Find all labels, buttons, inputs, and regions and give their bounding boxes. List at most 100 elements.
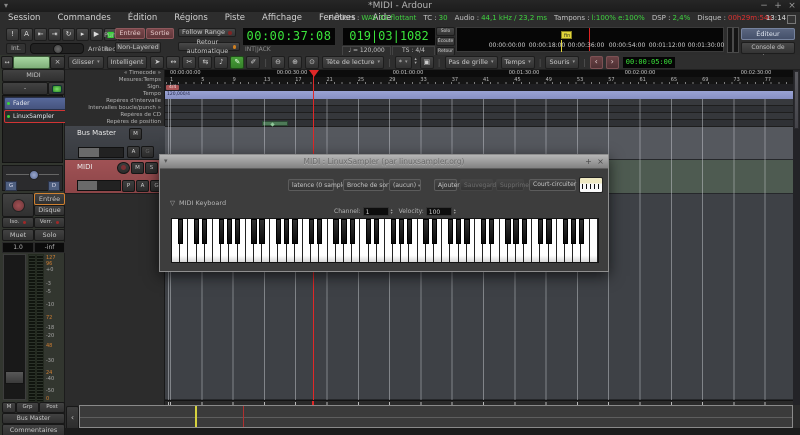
black-key[interactable] bbox=[391, 219, 396, 244]
fader-thumb[interactable] bbox=[5, 371, 24, 384]
error-log-icon[interactable] bbox=[787, 15, 796, 24]
sync-source-label[interactable]: INT|JACK bbox=[245, 46, 271, 53]
track-fader[interactable] bbox=[78, 147, 124, 158]
black-key[interactable] bbox=[366, 219, 371, 244]
channel-spinner[interactable]: ▴▾ bbox=[391, 208, 393, 215]
black-key[interactable] bbox=[374, 219, 379, 244]
range-tool[interactable]: ↔ bbox=[166, 56, 180, 69]
black-key[interactable] bbox=[251, 219, 256, 244]
track-height-dropdown[interactable]: * ▾ bbox=[395, 56, 412, 69]
black-key[interactable] bbox=[423, 219, 428, 244]
black-key[interactable] bbox=[538, 219, 543, 244]
goto-start-button[interactable]: ⇤ bbox=[34, 28, 47, 41]
range-markers-lane[interactable] bbox=[165, 99, 793, 106]
maximize-button[interactable]: + bbox=[772, 0, 784, 12]
maximize-button[interactable]: + bbox=[583, 155, 594, 168]
auto-return-button[interactable]: Retour automatique bbox=[178, 42, 240, 51]
track-header-midi[interactable]: MIDI M S P A G bbox=[65, 160, 165, 194]
location-markers-lane[interactable] bbox=[165, 120, 793, 127]
minimize-button[interactable]: − bbox=[758, 0, 770, 12]
close-button[interactable]: × bbox=[595, 155, 606, 168]
zoom-fit-button[interactable]: ⊙ bbox=[305, 56, 319, 69]
midi-keyboard-section-header[interactable]: ▽ MIDI Keyboard bbox=[170, 199, 226, 207]
close-button[interactable]: × bbox=[786, 0, 798, 12]
comments-button[interactable]: Commentaires bbox=[2, 424, 65, 435]
shuttle-slider[interactable] bbox=[30, 43, 84, 54]
channel-input[interactable]: 1 bbox=[363, 207, 389, 216]
automation-button[interactable]: A bbox=[127, 146, 140, 158]
preset-dropdown[interactable]: (aucun) ▾ bbox=[389, 179, 421, 191]
add-preset-button[interactable]: Ajouter bbox=[434, 179, 457, 191]
solo-isolate-button[interactable]: Iso. bbox=[2, 217, 34, 228]
black-key[interactable] bbox=[227, 219, 232, 244]
gain-fader[interactable] bbox=[3, 254, 26, 400]
strip-resize-icon[interactable]: ↔ bbox=[1, 56, 13, 69]
save-preset-button[interactable]: Sauvegarder bbox=[460, 179, 493, 191]
black-key[interactable] bbox=[481, 219, 486, 244]
midi-panic-button[interactable]: ! bbox=[6, 28, 19, 41]
smart-mode-button[interactable]: Intelligent bbox=[107, 56, 148, 69]
pan-thumb[interactable] bbox=[29, 170, 39, 180]
record-enable-button[interactable] bbox=[2, 193, 34, 217]
zoom-focus-dropdown[interactable]: Tête de lecture ▾ bbox=[322, 56, 384, 69]
menu-piste[interactable]: Piste bbox=[223, 12, 247, 25]
black-key[interactable] bbox=[579, 219, 584, 244]
track-name-plate[interactable] bbox=[13, 56, 50, 69]
end-marker-flag[interactable]: fin bbox=[561, 31, 572, 39]
processor-fader[interactable]: Fader bbox=[4, 97, 71, 110]
audition-tool[interactable]: ♪ bbox=[214, 56, 228, 69]
menu-affichage[interactable]: Affichage bbox=[260, 12, 304, 25]
latency-button[interactable]: latence (0 sample) bbox=[288, 179, 334, 191]
track-name[interactable]: Bus Master bbox=[77, 129, 116, 137]
black-key[interactable] bbox=[276, 219, 281, 244]
velocity-input[interactable]: 100 bbox=[426, 207, 452, 216]
nudge-forward-button[interactable]: › bbox=[606, 56, 619, 69]
stretch-tool[interactable]: ⇆ bbox=[198, 56, 212, 69]
output-pin-button[interactable]: Broche de sortie bbox=[343, 179, 384, 191]
monitor-input-toggle[interactable]: Entrée bbox=[34, 193, 65, 205]
editor-window-button[interactable]: Éditeur bbox=[741, 28, 795, 40]
mute-button[interactable]: M bbox=[131, 162, 144, 174]
black-key[interactable] bbox=[350, 219, 355, 244]
panner[interactable]: G D bbox=[2, 165, 63, 191]
visible-tracks-spinner[interactable]: ▴ ▾ bbox=[415, 58, 417, 66]
record-enable-button[interactable] bbox=[117, 162, 130, 174]
ruler-label[interactable]: Intervalles boucle/punch » bbox=[65, 105, 164, 112]
black-key[interactable] bbox=[448, 219, 453, 244]
shuttle-thumb[interactable] bbox=[53, 44, 63, 54]
monitor-input-button[interactable] bbox=[48, 82, 65, 95]
black-key[interactable] bbox=[513, 219, 518, 244]
midi-keyboard[interactable] bbox=[171, 218, 599, 263]
zoom-in-button[interactable]: ⊕ bbox=[288, 56, 302, 69]
monitor-disk-toggle[interactable]: Disque bbox=[34, 205, 65, 216]
processor-led[interactable] bbox=[7, 102, 10, 105]
black-key[interactable] bbox=[341, 219, 346, 244]
black-key[interactable] bbox=[284, 219, 289, 244]
play-button[interactable]: ▶ bbox=[90, 28, 103, 41]
black-key[interactable] bbox=[399, 219, 404, 244]
black-key[interactable] bbox=[178, 219, 183, 244]
snap-mode-dropdown[interactable]: Pas de grille ▾ bbox=[445, 56, 498, 69]
monitor-écoute-button[interactable]: Écoute bbox=[436, 37, 455, 46]
menu-commandes[interactable]: Commandes bbox=[55, 12, 112, 25]
black-key[interactable] bbox=[235, 219, 240, 244]
playhead-marker[interactable] bbox=[309, 70, 319, 77]
punch-out-button[interactable]: Sortie bbox=[146, 28, 174, 39]
black-key[interactable] bbox=[317, 219, 322, 244]
black-key[interactable] bbox=[219, 219, 224, 244]
nudge-clock[interactable]: 00:00:05:00 bbox=[622, 56, 676, 69]
menu-édition[interactable]: Édition bbox=[126, 12, 159, 25]
cd-markers-lane[interactable] bbox=[165, 113, 793, 120]
punch-in-button[interactable]: Entrée bbox=[115, 28, 145, 39]
vertical-scrollbar-thumb[interactable] bbox=[794, 71, 799, 129]
gain-display[interactable]: 1.0 bbox=[2, 242, 34, 253]
strip-midi-button[interactable]: MIDI bbox=[2, 69, 65, 82]
black-key[interactable] bbox=[546, 219, 551, 244]
draw-tool[interactable]: ✎ bbox=[230, 56, 244, 69]
black-key[interactable] bbox=[309, 219, 314, 244]
shuttle-mode-dropdown[interactable]: Int. bbox=[6, 43, 26, 54]
delete-preset-button[interactable]: Supprimer bbox=[496, 179, 524, 191]
inline-display-piano-icon[interactable] bbox=[579, 177, 603, 193]
white-key[interactable] bbox=[590, 219, 598, 262]
solo-lock-button[interactable]: Verr. bbox=[34, 217, 65, 228]
